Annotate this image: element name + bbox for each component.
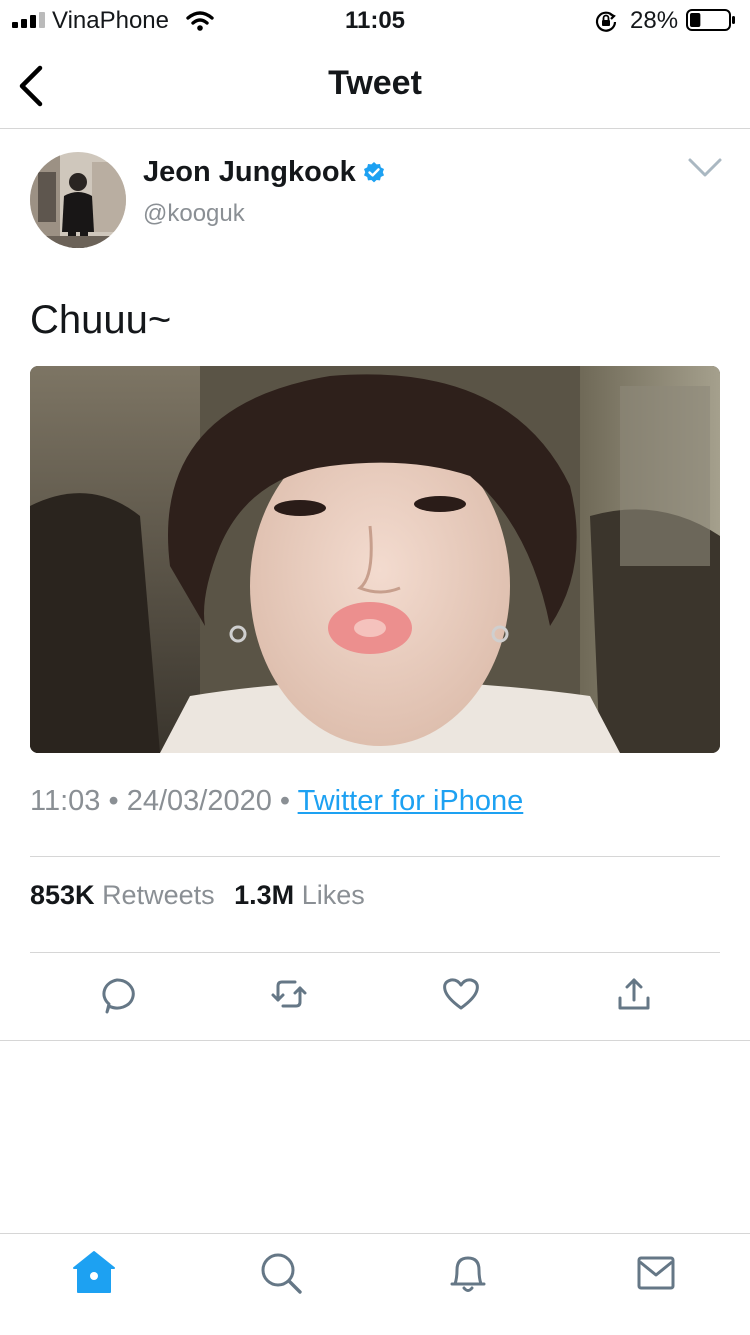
page-title: Tweet [328,64,422,102]
meta-separator: • [279,785,291,817]
likes-count[interactable]: 1.3M [234,880,294,910]
messages-icon[interactable] [633,1250,679,1296]
author-handle[interactable]: @kooguk [143,200,245,228]
nav-bar: Tweet [0,44,750,129]
tweet-stats: 853K Retweets 1.3M Likes [30,880,377,911]
share-icon[interactable] [614,970,654,1018]
chevron-down-icon[interactable] [686,154,724,184]
like-icon[interactable] [441,970,481,1018]
tab-bar [0,1233,750,1335]
tweet-date: 24/03/2020 [126,785,272,817]
search-icon[interactable] [258,1250,304,1296]
author-name-row: Jeon Jungkook [143,156,386,189]
meta-separator: • [108,785,119,817]
divider [0,1040,750,1041]
divider [30,856,720,857]
verified-badge-icon [363,161,384,182]
divider [30,952,720,953]
battery-percent: 28% [630,7,679,34]
selfie-image [30,366,720,753]
battery-icon [686,9,735,31]
likes-label[interactable]: Likes [302,880,365,910]
tweet-photo[interactable] [30,366,720,753]
tweet-text: Chuuu~ [30,298,172,342]
tweet-source-link[interactable]: Twitter for iPhone [298,785,524,817]
retweets-count[interactable]: 853K [30,880,95,910]
status-bar: VinaPhone 11:05 28% [0,0,750,40]
home-icon[interactable] [71,1250,117,1296]
tweet-time: 11:03 [30,785,101,817]
retweets-label[interactable]: Retweets [102,880,215,910]
tweet-actions [0,970,750,1020]
avatar[interactable] [30,152,126,248]
author-name[interactable]: Jeon Jungkook [143,156,356,189]
tweet-meta: 11:03 • 24/03/2020 • Twitter for iPhone [30,785,523,818]
avatar-image [30,152,126,248]
reply-icon[interactable] [97,970,137,1018]
retweet-icon[interactable] [269,970,309,1018]
notifications-icon[interactable] [445,1250,491,1296]
rotation-lock-icon [595,11,617,32]
